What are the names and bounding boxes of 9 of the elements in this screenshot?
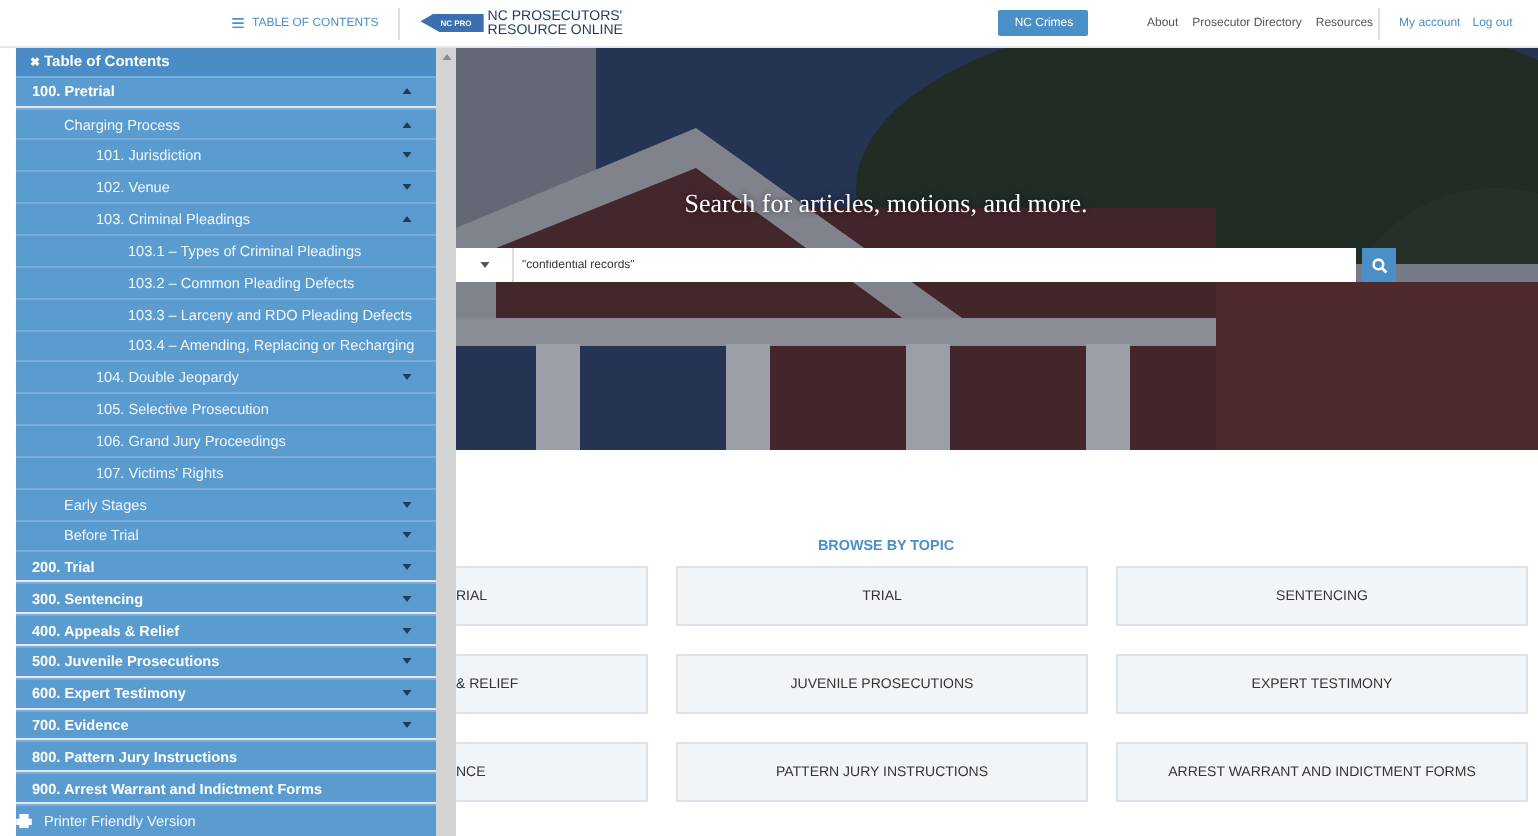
menu-icon — [232, 18, 244, 28]
printer-icon — [16, 814, 32, 829]
search-button[interactable] — [1362, 248, 1396, 282]
caret-icon — [479, 262, 489, 268]
hero-heading: Search for articles, motions, and more. — [682, 186, 1090, 220]
scrollbar[interactable] — [436, 48, 456, 836]
category-dropdown[interactable] — [456, 248, 514, 282]
search-icon — [1371, 257, 1387, 273]
scroll-up-icon[interactable] — [441, 54, 451, 60]
